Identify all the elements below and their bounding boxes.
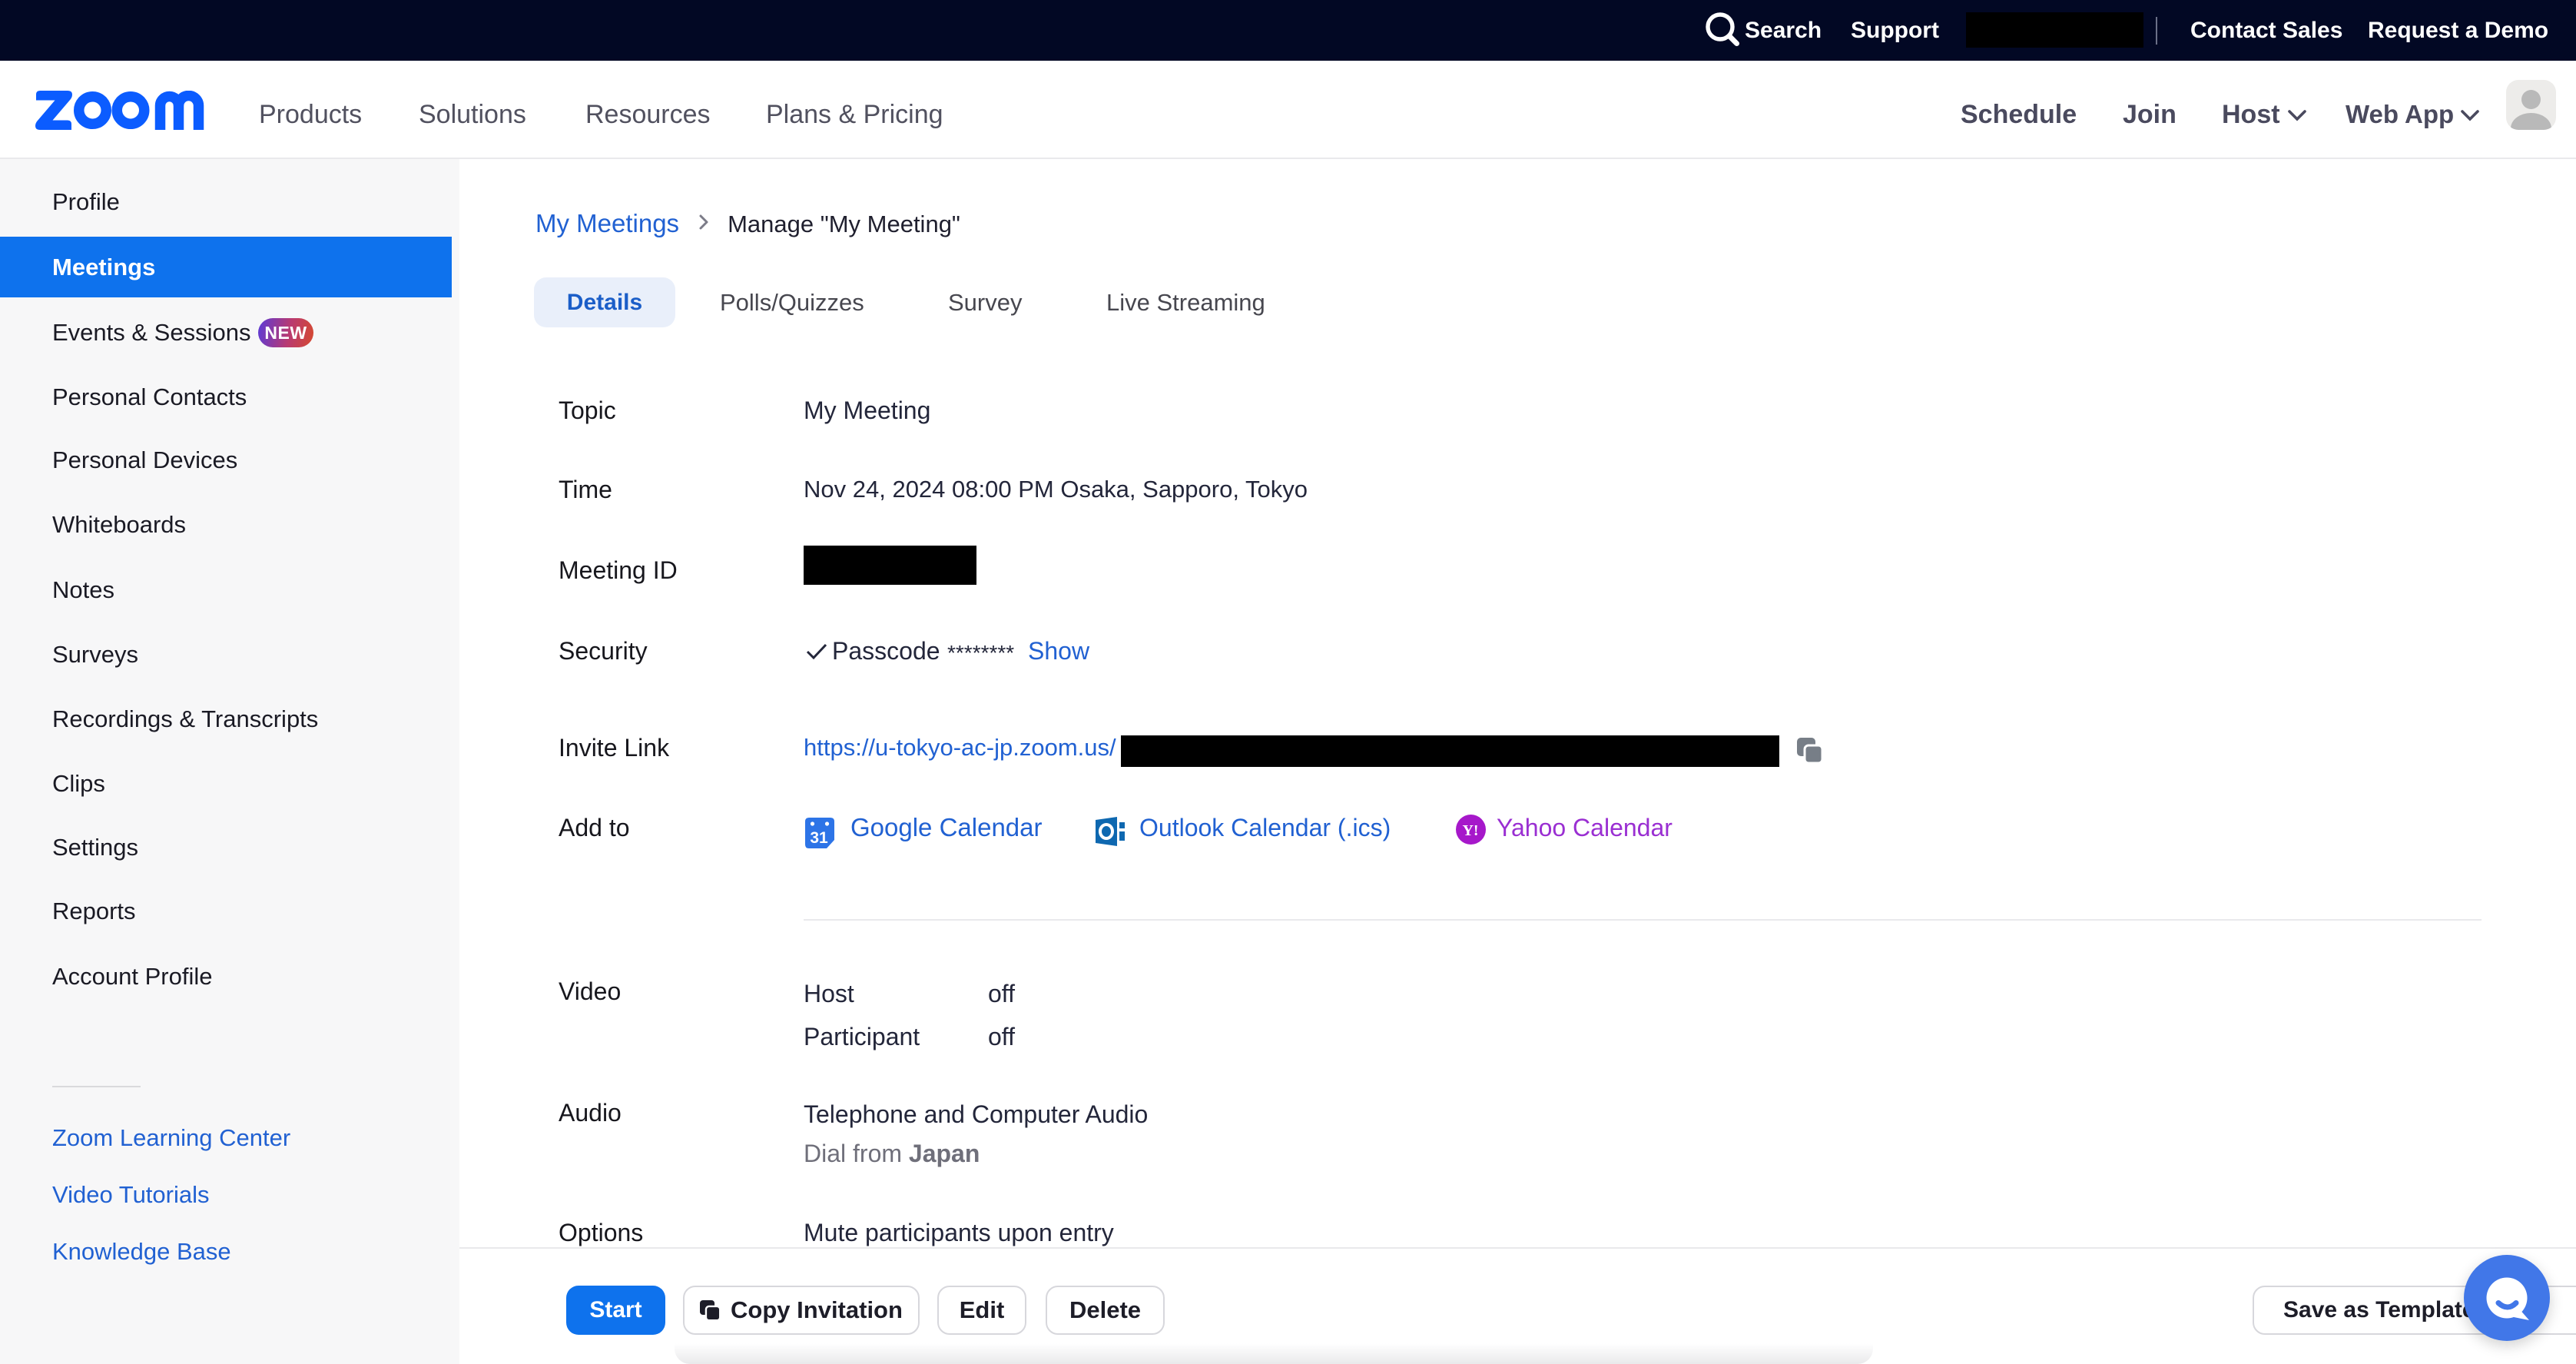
- svg-text:Y!: Y!: [1462, 822, 1478, 839]
- svg-text:31: 31: [810, 829, 828, 847]
